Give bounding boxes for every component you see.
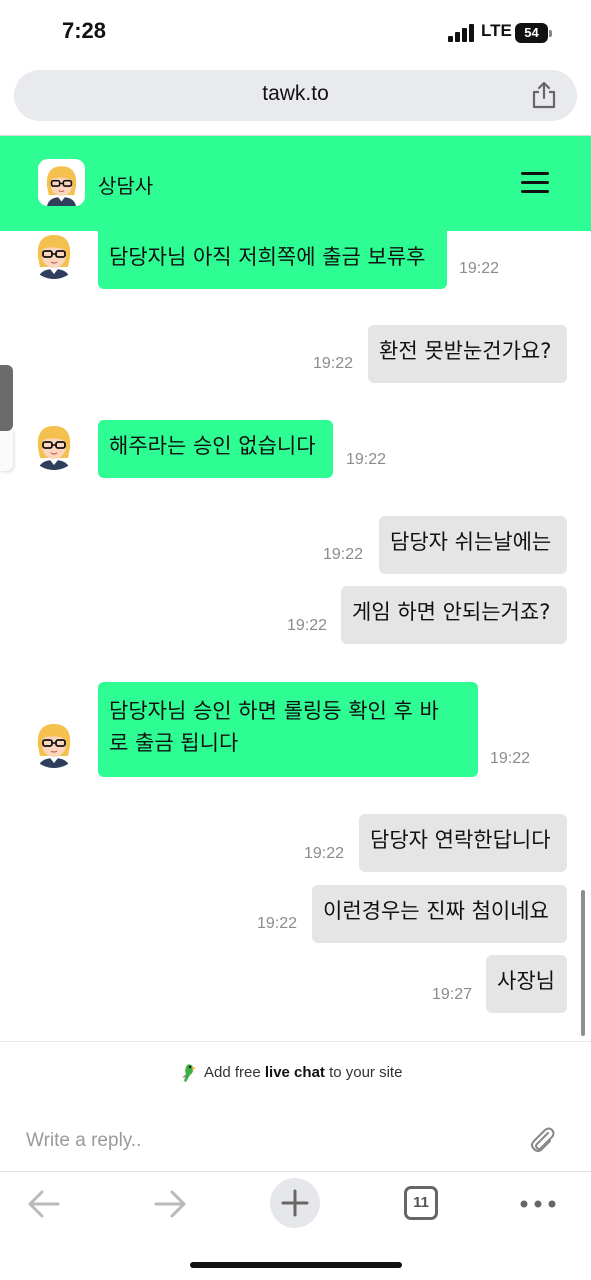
message-time: 19:22 — [323, 546, 364, 563]
back-arrow-icon[interactable] — [24, 1180, 64, 1228]
agent-avatar-small — [28, 231, 80, 279]
network-type: LTE — [481, 21, 512, 40]
message-time: 19:22 — [459, 260, 500, 277]
paperclip-icon[interactable] — [526, 1124, 558, 1156]
chat-header: 상담사 — [0, 135, 591, 231]
message-time: 19:22 — [287, 617, 328, 634]
agent-name: 상담사 — [98, 174, 154, 198]
signal-strength-icon — [448, 24, 476, 42]
promo-bold: live chat — [264, 1063, 325, 1081]
visitor-message-bubble: 이런경우는 진짜 첨이네요 — [312, 885, 567, 943]
message-time: 19:22 — [490, 750, 531, 767]
message-time: 19:27 — [432, 986, 473, 1003]
message-time: 19:22 — [313, 355, 354, 372]
visitor-message-bubble: 담당자 쉬는날에는 — [379, 516, 567, 574]
reply-input[interactable] — [26, 1128, 506, 1154]
visitor-message-bubble: 게임 하면 안되는거죠? — [341, 586, 567, 644]
new-tab-button[interactable] — [270, 1178, 320, 1228]
tab-count-button[interactable]: 11 — [404, 1186, 438, 1220]
side-widget-tab[interactable] — [0, 365, 13, 431]
tawk-parrot-icon — [182, 1064, 196, 1082]
address-bar[interactable]: tawk.to — [14, 70, 577, 121]
share-icon[interactable] — [531, 81, 557, 109]
reply-area — [0, 1110, 591, 1172]
agent-message-bubble: 담당자님 승인 하면 롤링등 확인 후 바 로 출금 됩니다 — [98, 682, 478, 777]
agent-message-bubble: 해주라는 승인 없습니다 — [98, 420, 333, 478]
status-bar: 7:28 LTE 54 — [0, 0, 591, 66]
home-indicator — [190, 1262, 402, 1268]
battery-tip — [549, 30, 552, 37]
promo-banner[interactable]: Add free live chat to your site — [0, 1041, 591, 1103]
agent-message-bubble: 담당자님 아직 저희쪽에 출금 보류후 — [98, 231, 447, 289]
message-list[interactable]: 담당자님 아직 저희쪽에 출금 보류후 19:22 19:22 환전 못받눈건가… — [0, 231, 591, 1041]
promo-suffix: to your site — [324, 1063, 403, 1081]
message-time: 19:22 — [257, 915, 298, 932]
message-time: 19:22 — [346, 451, 387, 468]
side-widget-tab-lower[interactable] — [0, 431, 13, 471]
visitor-message-bubble: 사장님 — [486, 955, 567, 1013]
agent-avatar-small — [28, 716, 80, 768]
hamburger-menu-icon[interactable] — [521, 172, 549, 194]
visitor-message-bubble: 환전 못받눈건가요? — [368, 325, 567, 383]
battery-icon: 54 — [515, 23, 548, 43]
address-url[interactable]: tawk.to — [14, 82, 577, 106]
more-dots-icon[interactable] — [518, 1180, 558, 1228]
promo-link[interactable]: Add free live chat to your site — [178, 1062, 402, 1084]
agent-avatar-small — [28, 418, 80, 470]
message-time: 19:22 — [304, 845, 345, 862]
scrollbar[interactable] — [581, 890, 585, 1036]
visitor-message-bubble: 담당자 연락한답니다 — [359, 814, 567, 872]
plus-icon — [281, 1189, 309, 1217]
agent-avatar — [38, 159, 85, 206]
promo-prefix: Add free — [204, 1063, 265, 1081]
forward-arrow-icon[interactable] — [150, 1180, 190, 1228]
status-time: 7:28 — [62, 18, 107, 43]
